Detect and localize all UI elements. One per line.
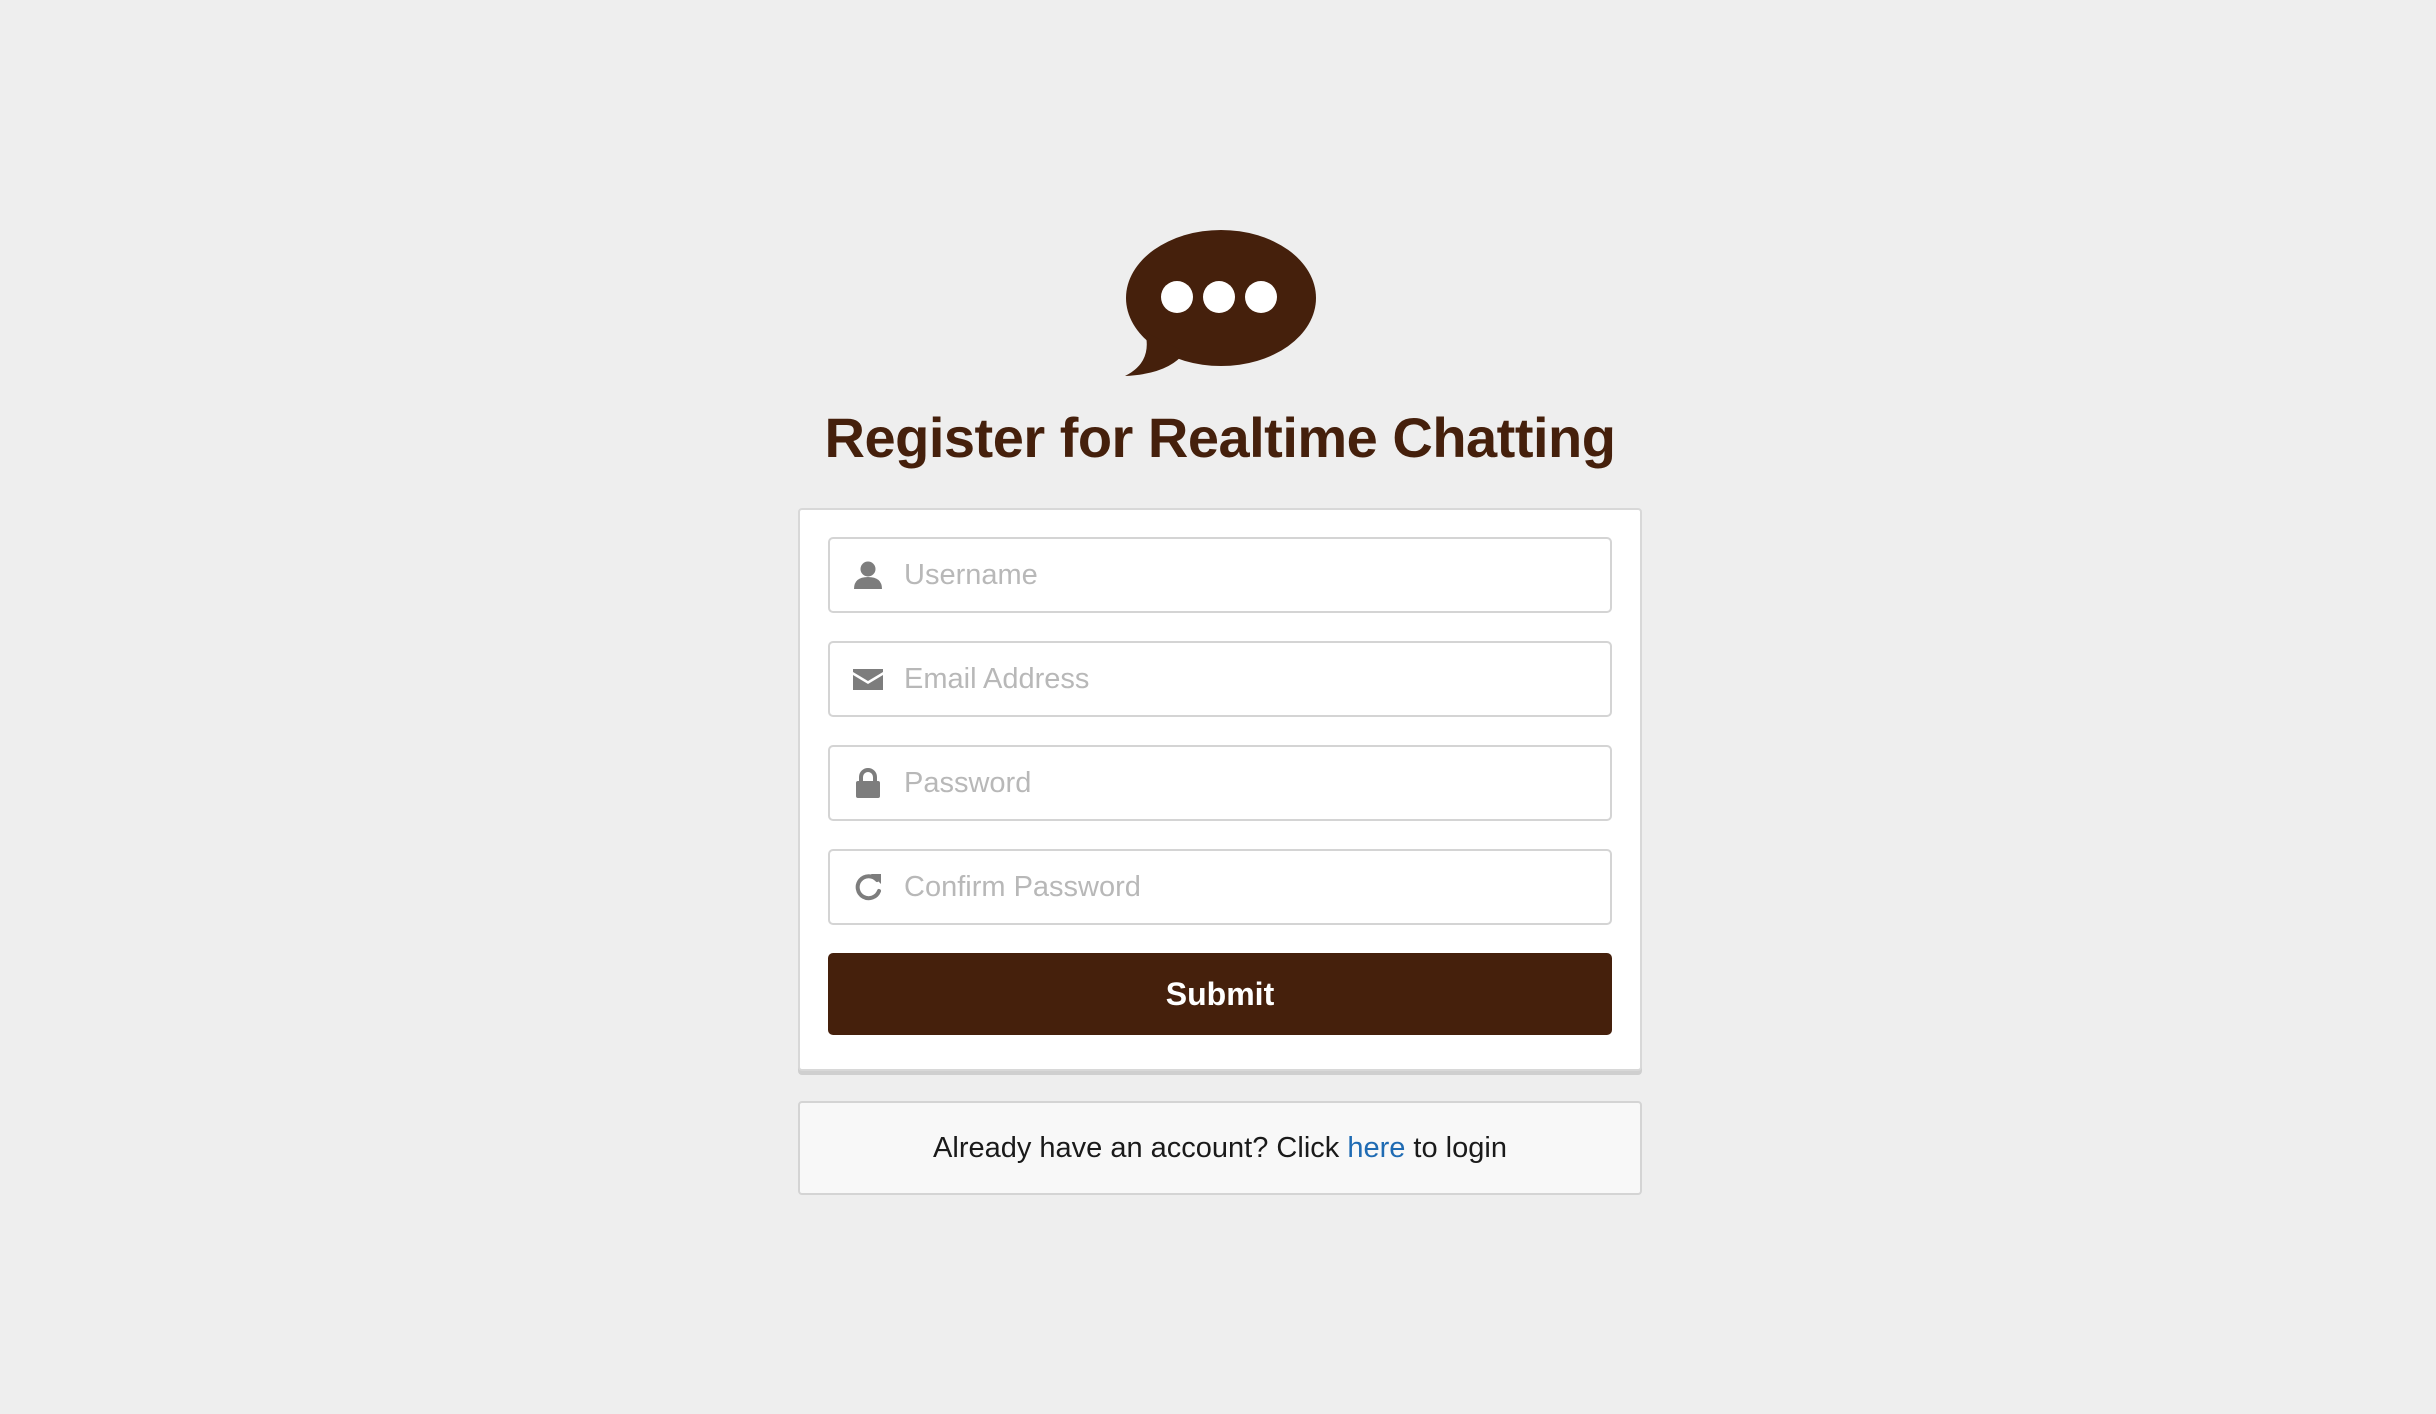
login-link[interactable]: here [1347, 1132, 1405, 1164]
user-icon [854, 561, 882, 589]
confirm-password-input[interactable] [904, 851, 1594, 923]
register-container: Register for Realtime Chatting Username … [798, 228, 1642, 1195]
register-form: Submit [798, 508, 1642, 1071]
speech-bubble-ellipsis-icon [1125, 230, 1316, 376]
lock-icon [856, 768, 880, 798]
password-field-wrapper [828, 745, 1612, 821]
username-input[interactable] [904, 539, 1594, 611]
email-input[interactable] [904, 643, 1594, 715]
confirm-password-field-wrapper [828, 849, 1612, 925]
login-prompt-prefix: Already have an account? Click [933, 1132, 1348, 1164]
login-prompt: Already have an account? Click here to l… [798, 1101, 1642, 1195]
email-field-wrapper [828, 641, 1612, 717]
envelope-icon [853, 669, 883, 690]
submit-button[interactable]: Submit [828, 953, 1612, 1035]
login-prompt-suffix: to login [1405, 1132, 1507, 1164]
password-input[interactable] [904, 747, 1594, 819]
refresh-icon [855, 874, 881, 901]
username-field-wrapper [828, 537, 1612, 613]
page-title: Register for Realtime Chatting [824, 406, 1616, 469]
